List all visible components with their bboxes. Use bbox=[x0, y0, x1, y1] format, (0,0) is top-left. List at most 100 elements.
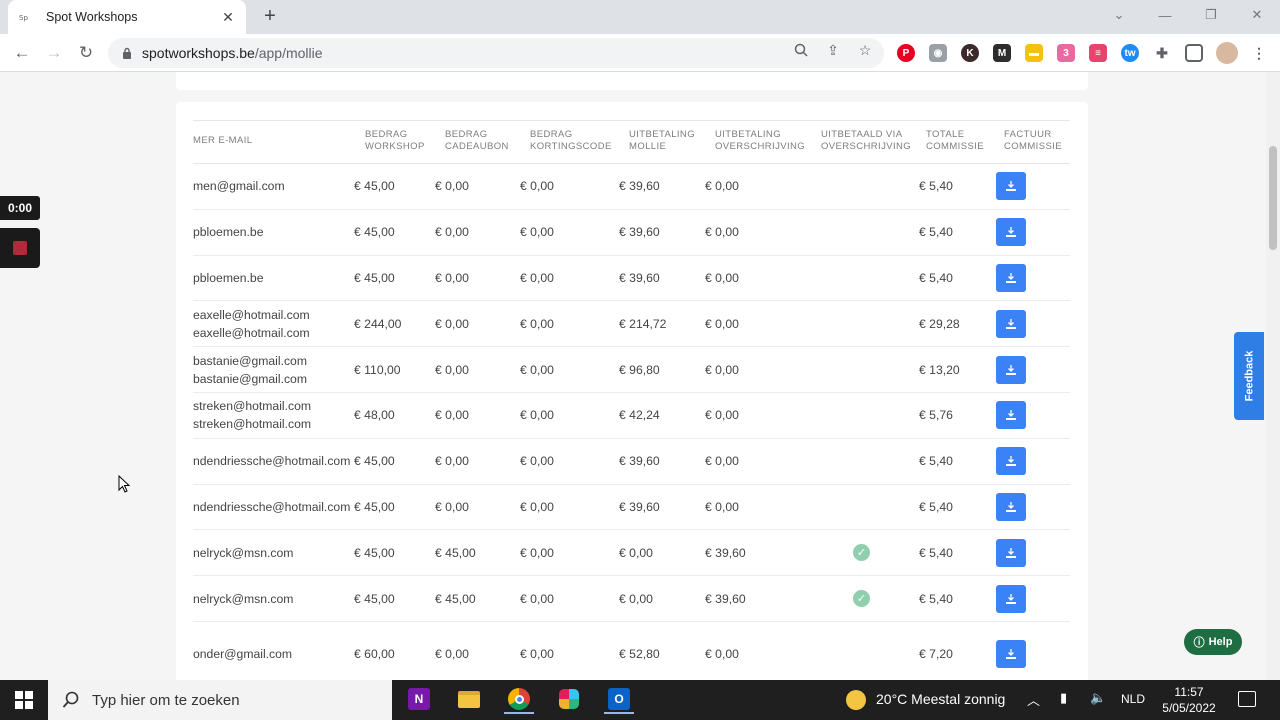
download-invoice-button[interactable] bbox=[996, 263, 1026, 292]
m-extension-icon[interactable]: M bbox=[993, 44, 1011, 62]
bookmark-star-icon[interactable]: ☆ bbox=[856, 41, 874, 59]
cell-email: nelryck@msn.com bbox=[193, 576, 353, 621]
volume-icon[interactable]: 🔈 bbox=[1090, 690, 1106, 706]
check-circle-icon: ✓ bbox=[853, 544, 870, 562]
back-icon[interactable]: ← bbox=[10, 41, 34, 65]
forward-icon[interactable]: → bbox=[42, 41, 66, 65]
k-extension-icon[interactable]: K bbox=[961, 44, 979, 62]
download-invoice-button[interactable] bbox=[996, 355, 1026, 384]
tray-chevron-icon[interactable]: ︿ bbox=[1027, 690, 1040, 709]
tw-extension-icon[interactable]: tw bbox=[1121, 44, 1139, 62]
cell-korting: € 0,00 bbox=[520, 545, 554, 560]
help-circle-icon: ⓘ bbox=[1193, 637, 1205, 649]
cell-overschrijving: € 0,00 bbox=[705, 499, 739, 514]
header-factuur-commissie: FACTUUR COMMISSIE bbox=[1004, 129, 1062, 152]
cell-mollie: € 214,72 bbox=[619, 316, 667, 331]
menu-kebab-icon[interactable]: ⋮ bbox=[1250, 44, 1268, 62]
cell-mollie: € 52,80 bbox=[619, 646, 660, 661]
cell-cadeaubon: € 0,00 bbox=[435, 408, 469, 423]
omnibox[interactable]: spotworkshops.be/app/mollie bbox=[108, 38, 884, 68]
cell-workshop: € 48,00 bbox=[354, 408, 395, 423]
url-text[interactable]: spotworkshops.be/app/mollie bbox=[142, 45, 323, 61]
cell-email: ndendriessche@hotmail.com bbox=[193, 439, 353, 484]
table-body: men@gmail.com € 45,00 € 0,00 € 0,00 € 39,60 €… bbox=[193, 164, 1070, 686]
table-row: onder@gmail.com € 60,00 € 0,00 € 0,00 € 52,8… bbox=[193, 622, 1070, 686]
weather-text[interactable]: 20°C Meestal zonnig bbox=[876, 691, 1005, 707]
table-row: pbloemen.be € 45,00 € 0,00 € 0,00 € 39,60 € 0… bbox=[193, 210, 1070, 256]
cell-email: streken@hotmail.com streken@hotmail.com bbox=[193, 393, 353, 438]
zoom-icon[interactable] bbox=[792, 41, 810, 59]
cell-cadeaubon: € 0,00 bbox=[435, 362, 469, 377]
header-uitbetaald-via: UITBETAALD VIA OVERSCHRIJVING bbox=[821, 129, 912, 152]
header-bedrag-cadeaubon: BEDRAG CADEAUBON bbox=[445, 129, 509, 152]
header-email: MER E-MAIL bbox=[193, 135, 253, 146]
tab-close-icon[interactable]: ✕ bbox=[220, 9, 236, 26]
header-bedrag-workshop: BEDRAG WORKSHOP bbox=[365, 129, 425, 152]
page-scrollbar[interactable] bbox=[1266, 72, 1280, 680]
download-invoice-button[interactable] bbox=[996, 447, 1026, 476]
pinterest-icon[interactable]: P bbox=[897, 44, 915, 62]
reload-icon[interactable]: ↻ bbox=[74, 41, 98, 65]
recording-timer: 0:00 bbox=[0, 196, 40, 220]
stop-recording-button[interactable] bbox=[0, 228, 40, 268]
onenote-icon[interactable]: N bbox=[404, 686, 434, 714]
stop-icon bbox=[13, 241, 27, 255]
table-header: MER E-MAIL BEDRAG WORKSHOP BEDRAG CADEAUBO… bbox=[193, 120, 1070, 164]
email-line: streken@hotmail.com bbox=[193, 417, 312, 432]
chrome-icon[interactable] bbox=[504, 686, 534, 714]
cell-workshop: € 110,00 bbox=[354, 362, 401, 377]
language-indicator[interactable]: NLD bbox=[1121, 692, 1145, 706]
download-icon bbox=[1006, 318, 1016, 329]
cell-korting: € 0,00 bbox=[520, 179, 554, 194]
file-explorer-icon[interactable] bbox=[454, 686, 484, 714]
close-window-icon[interactable]: ✕ bbox=[1234, 0, 1280, 30]
sidepanel-icon[interactable] bbox=[1185, 44, 1203, 62]
download-icon bbox=[1006, 456, 1016, 467]
cell-workshop: € 244,00 bbox=[354, 316, 402, 331]
download-invoice-button[interactable] bbox=[996, 538, 1026, 567]
pen-icon[interactable]: ▮ bbox=[1060, 690, 1067, 706]
cell-factuur bbox=[996, 210, 1026, 255]
cell-factuur bbox=[996, 301, 1026, 346]
outlook-icon[interactable]: O bbox=[604, 686, 634, 714]
cell-commissie: € 29,28 bbox=[919, 316, 960, 331]
cell-factuur bbox=[996, 576, 1026, 621]
puzzle-icon[interactable]: ✚ bbox=[1153, 44, 1171, 62]
download-invoice-button[interactable] bbox=[996, 401, 1026, 430]
notifications-icon[interactable] bbox=[1238, 691, 1256, 707]
cell-commissie: € 5,40 bbox=[919, 225, 953, 240]
download-invoice-button[interactable] bbox=[996, 309, 1026, 338]
email-line: eaxelle@hotmail.com bbox=[193, 325, 310, 340]
scrollbar-thumb[interactable] bbox=[1269, 146, 1277, 250]
download-invoice-button[interactable] bbox=[996, 584, 1026, 613]
cell-mollie: € 39,60 bbox=[619, 270, 660, 285]
yellow-extension-icon[interactable]: ▬ bbox=[1025, 44, 1043, 62]
cell-cadeaubon: € 45,00 bbox=[435, 545, 476, 560]
cell-overschrijving: € 39,60 bbox=[705, 545, 746, 560]
share-icon[interactable]: ⇪ bbox=[824, 41, 842, 59]
profile-avatar[interactable] bbox=[1216, 42, 1238, 64]
camera-icon[interactable]: ◉ bbox=[929, 44, 947, 62]
download-invoice-button[interactable] bbox=[996, 492, 1026, 521]
start-button[interactable] bbox=[0, 680, 48, 720]
cell-korting: € 0,00 bbox=[520, 362, 554, 377]
tab-search-icon[interactable]: ⌄ bbox=[1096, 0, 1142, 30]
new-tab-button[interactable]: + bbox=[260, 6, 280, 28]
slack-icon[interactable] bbox=[554, 686, 584, 714]
minimize-icon[interactable]: — bbox=[1142, 0, 1188, 30]
taskbar-clock[interactable]: 11:57 5/05/2022 bbox=[1150, 684, 1228, 716]
feedback-tab[interactable]: Feedback bbox=[1234, 332, 1264, 420]
browser-tab[interactable]: Sp Spot Workshops ✕ bbox=[8, 0, 246, 34]
download-invoice-button[interactable] bbox=[996, 172, 1026, 201]
taskbar-search-box[interactable]: Typ hier om te zoeken bbox=[48, 680, 392, 720]
multi-extension-icon[interactable]: 3 bbox=[1057, 44, 1075, 62]
download-invoice-button[interactable] bbox=[996, 639, 1026, 668]
email-line: onder@gmail.com bbox=[193, 646, 293, 661]
cell-overschrijving: € 0,00 bbox=[705, 179, 739, 194]
restore-icon[interactable]: ❐ bbox=[1188, 0, 1234, 30]
download-invoice-button[interactable] bbox=[996, 218, 1026, 247]
help-button[interactable]: ⓘ Help bbox=[1184, 629, 1242, 655]
cell-email: men@gmail.com bbox=[193, 164, 353, 209]
download-icon bbox=[1006, 272, 1016, 283]
stack-extension-icon[interactable]: ≡ bbox=[1089, 44, 1107, 62]
